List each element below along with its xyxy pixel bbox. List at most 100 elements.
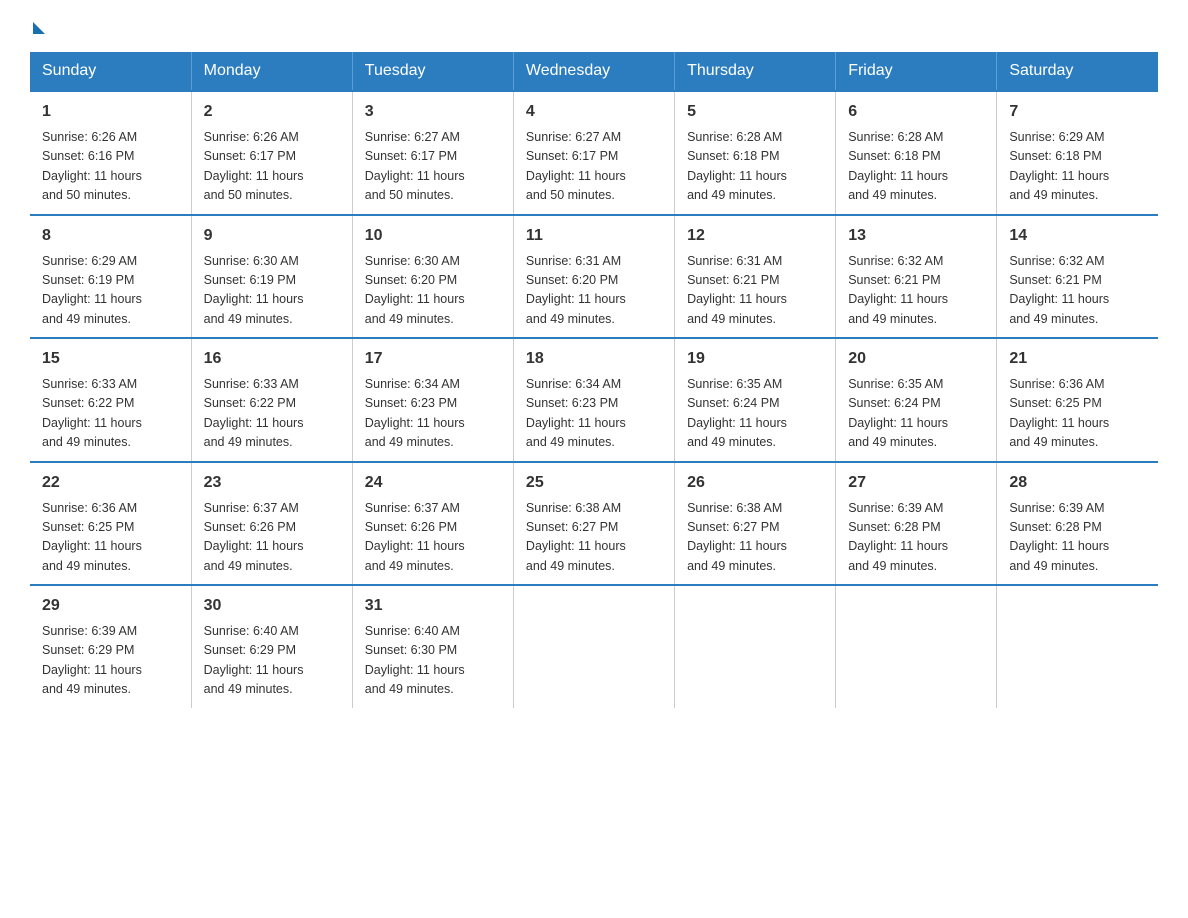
day-info: Sunrise: 6:31 AMSunset: 6:20 PMDaylight:… xyxy=(526,252,662,330)
day-info: Sunrise: 6:38 AMSunset: 6:27 PMDaylight:… xyxy=(526,499,662,577)
day-number: 27 xyxy=(848,471,984,495)
calendar-cell: 6 Sunrise: 6:28 AMSunset: 6:18 PMDaylight… xyxy=(836,91,997,215)
day-info: Sunrise: 6:29 AMSunset: 6:18 PMDaylight:… xyxy=(1009,128,1146,206)
calendar-cell: 19 Sunrise: 6:35 AMSunset: 6:24 PMDayligh… xyxy=(675,338,836,462)
calendar-cell: 15Sunrise: 6:33 AMSunset: 6:22 PMDayligh… xyxy=(30,338,191,462)
day-info: Sunrise: 6:35 AMSunset: 6:24 PMDaylight:… xyxy=(687,375,823,453)
day-number: 16 xyxy=(204,347,340,371)
calendar-cell: 29 Sunrise: 6:39 AMSunset: 6:29 PMDayligh… xyxy=(30,585,191,708)
calendar-table: SundayMondayTuesdayWednesdayThursdayFrid… xyxy=(30,52,1158,708)
calendar-cell xyxy=(675,585,836,708)
calendar-cell: 12Sunrise: 6:31 AMSunset: 6:21 PMDayligh… xyxy=(675,215,836,339)
day-number: 26 xyxy=(687,471,823,495)
calendar-cell: 7 Sunrise: 6:29 AMSunset: 6:18 PMDaylight… xyxy=(997,91,1158,215)
day-number: 6 xyxy=(848,100,984,124)
calendar-cell: 31 Sunrise: 6:40 AMSunset: 6:30 PMDayligh… xyxy=(352,585,513,708)
calendar-cell: 14 Sunrise: 6:32 AMSunset: 6:21 PMDayligh… xyxy=(997,215,1158,339)
calendar-cell: 2 Sunrise: 6:26 AMSunset: 6:17 PMDaylight… xyxy=(191,91,352,215)
day-number: 2 xyxy=(204,100,340,124)
day-number: 29 xyxy=(42,594,179,618)
calendar-cell: 21 Sunrise: 6:36 AMSunset: 6:25 PMDayligh… xyxy=(997,338,1158,462)
calendar-cell: 5 Sunrise: 6:28 AMSunset: 6:18 PMDaylight… xyxy=(675,91,836,215)
calendar-cell: 18 Sunrise: 6:34 AMSunset: 6:23 PMDayligh… xyxy=(513,338,674,462)
day-number: 19 xyxy=(687,347,823,371)
day-info: Sunrise: 6:38 AMSunset: 6:27 PMDaylight:… xyxy=(687,499,823,577)
day-info: Sunrise: 6:40 AMSunset: 6:30 PMDaylight:… xyxy=(365,622,501,700)
day-number: 7 xyxy=(1009,100,1146,124)
calendar-cell xyxy=(513,585,674,708)
calendar-cell xyxy=(997,585,1158,708)
calendar-cell: 22Sunrise: 6:36 AMSunset: 6:25 PMDayligh… xyxy=(30,462,191,586)
day-number: 28 xyxy=(1009,471,1146,495)
day-info: Sunrise: 6:28 AMSunset: 6:18 PMDaylight:… xyxy=(848,128,984,206)
day-number: 4 xyxy=(526,100,662,124)
calendar-week-row: 1 Sunrise: 6:26 AMSunset: 6:16 PMDaylight… xyxy=(30,91,1158,215)
day-number: 31 xyxy=(365,594,501,618)
day-info: Sunrise: 6:27 AMSunset: 6:17 PMDaylight:… xyxy=(365,128,501,206)
day-number: 10 xyxy=(365,224,501,248)
calendar-cell xyxy=(836,585,997,708)
day-number: 1 xyxy=(42,100,179,124)
day-info: Sunrise: 6:37 AMSunset: 6:26 PMDaylight:… xyxy=(365,499,501,577)
day-info: Sunrise: 6:36 AMSunset: 6:25 PMDaylight:… xyxy=(1009,375,1146,453)
day-number: 9 xyxy=(204,224,340,248)
calendar-cell: 13Sunrise: 6:32 AMSunset: 6:21 PMDayligh… xyxy=(836,215,997,339)
logo xyxy=(30,20,45,34)
day-info: Sunrise: 6:32 AMSunset: 6:21 PMDaylight:… xyxy=(1009,252,1146,330)
weekday-header-friday: Friday xyxy=(836,52,997,91)
calendar-cell: 17Sunrise: 6:34 AMSunset: 6:23 PMDayligh… xyxy=(352,338,513,462)
day-info: Sunrise: 6:39 AMSunset: 6:28 PMDaylight:… xyxy=(1009,499,1146,577)
calendar-cell: 28 Sunrise: 6:39 AMSunset: 6:28 PMDayligh… xyxy=(997,462,1158,586)
day-number: 14 xyxy=(1009,224,1146,248)
day-info: Sunrise: 6:34 AMSunset: 6:23 PMDaylight:… xyxy=(526,375,662,453)
calendar-header-row: SundayMondayTuesdayWednesdayThursdayFrid… xyxy=(30,52,1158,91)
day-number: 3 xyxy=(365,100,501,124)
calendar-cell: 1 Sunrise: 6:26 AMSunset: 6:16 PMDaylight… xyxy=(30,91,191,215)
calendar-week-row: 29 Sunrise: 6:39 AMSunset: 6:29 PMDayligh… xyxy=(30,585,1158,708)
calendar-cell: 10 Sunrise: 6:30 AMSunset: 6:20 PMDayligh… xyxy=(352,215,513,339)
day-info: Sunrise: 6:33 AMSunset: 6:22 PMDaylight:… xyxy=(204,375,340,453)
day-info: Sunrise: 6:39 AMSunset: 6:28 PMDaylight:… xyxy=(848,499,984,577)
day-info: Sunrise: 6:32 AMSunset: 6:21 PMDaylight:… xyxy=(848,252,984,330)
day-number: 30 xyxy=(204,594,340,618)
logo-arrow-icon xyxy=(33,22,45,34)
day-number: 5 xyxy=(687,100,823,124)
weekday-header-thursday: Thursday xyxy=(675,52,836,91)
day-number: 18 xyxy=(526,347,662,371)
weekday-header-sunday: Sunday xyxy=(30,52,191,91)
day-number: 15 xyxy=(42,347,179,371)
day-info: Sunrise: 6:26 AMSunset: 6:17 PMDaylight:… xyxy=(204,128,340,206)
page-header xyxy=(30,20,1158,34)
calendar-cell: 30 Sunrise: 6:40 AMSunset: 6:29 PMDayligh… xyxy=(191,585,352,708)
day-info: Sunrise: 6:28 AMSunset: 6:18 PMDaylight:… xyxy=(687,128,823,206)
calendar-cell: 23Sunrise: 6:37 AMSunset: 6:26 PMDayligh… xyxy=(191,462,352,586)
calendar-week-row: 8Sunrise: 6:29 AMSunset: 6:19 PMDaylight… xyxy=(30,215,1158,339)
day-info: Sunrise: 6:30 AMSunset: 6:20 PMDaylight:… xyxy=(365,252,501,330)
day-number: 22 xyxy=(42,471,179,495)
calendar-cell: 9 Sunrise: 6:30 AMSunset: 6:19 PMDaylight… xyxy=(191,215,352,339)
calendar-cell: 20Sunrise: 6:35 AMSunset: 6:24 PMDayligh… xyxy=(836,338,997,462)
day-info: Sunrise: 6:29 AMSunset: 6:19 PMDaylight:… xyxy=(42,252,179,330)
day-number: 24 xyxy=(365,471,501,495)
calendar-cell: 24 Sunrise: 6:37 AMSunset: 6:26 PMDayligh… xyxy=(352,462,513,586)
weekday-header-saturday: Saturday xyxy=(997,52,1158,91)
weekday-header-tuesday: Tuesday xyxy=(352,52,513,91)
calendar-week-row: 22Sunrise: 6:36 AMSunset: 6:25 PMDayligh… xyxy=(30,462,1158,586)
day-info: Sunrise: 6:39 AMSunset: 6:29 PMDaylight:… xyxy=(42,622,179,700)
calendar-cell: 3 Sunrise: 6:27 AMSunset: 6:17 PMDaylight… xyxy=(352,91,513,215)
day-info: Sunrise: 6:40 AMSunset: 6:29 PMDaylight:… xyxy=(204,622,340,700)
calendar-cell: 8Sunrise: 6:29 AMSunset: 6:19 PMDaylight… xyxy=(30,215,191,339)
calendar-cell: 26 Sunrise: 6:38 AMSunset: 6:27 PMDayligh… xyxy=(675,462,836,586)
day-info: Sunrise: 6:26 AMSunset: 6:16 PMDaylight:… xyxy=(42,128,179,206)
day-info: Sunrise: 6:31 AMSunset: 6:21 PMDaylight:… xyxy=(687,252,823,330)
calendar-week-row: 15 Sunrise: 6:33 AMSunset: 6:22 PMDayligh… xyxy=(30,338,1158,462)
day-info: Sunrise: 6:27 AMSunset: 6:17 PMDaylight:… xyxy=(526,128,662,206)
day-number: 21 xyxy=(1009,347,1146,371)
day-info: Sunrise: 6:37 AMSunset: 6:26 PMDaylight:… xyxy=(204,499,340,577)
weekday-header-wednesday: Wednesday xyxy=(513,52,674,91)
weekday-header-monday: Monday xyxy=(191,52,352,91)
day-number: 17 xyxy=(365,347,501,371)
day-info: Sunrise: 6:30 AMSunset: 6:19 PMDaylight:… xyxy=(204,252,340,330)
calendar-cell: 25 Sunrise: 6:38 AMSunset: 6:27 PMDayligh… xyxy=(513,462,674,586)
day-number: 25 xyxy=(526,471,662,495)
